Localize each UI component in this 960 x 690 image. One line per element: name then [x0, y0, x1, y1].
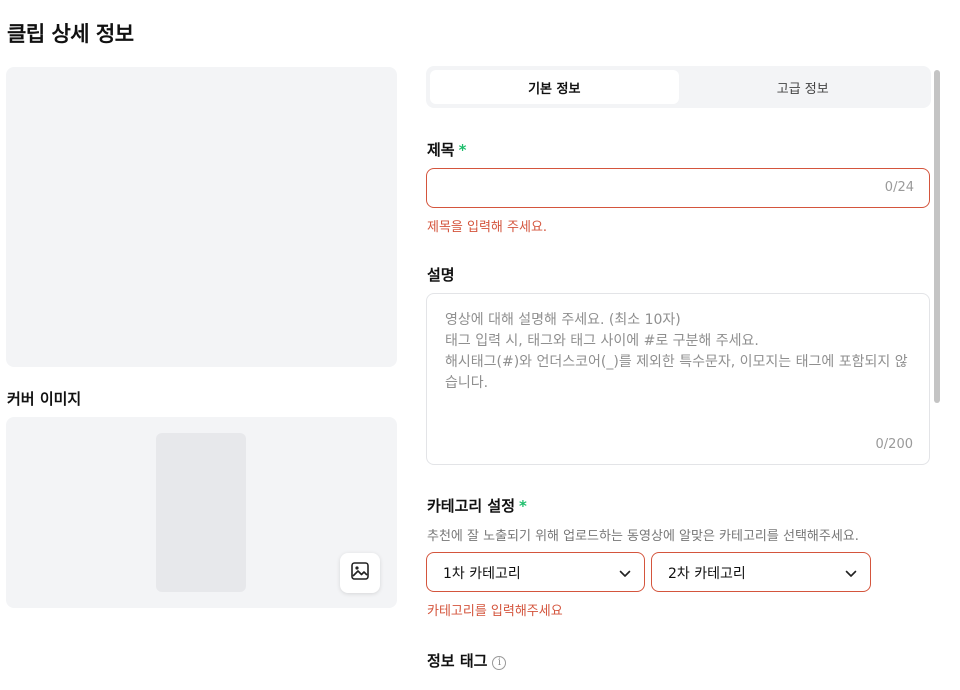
page-title: 클립 상세 정보 [7, 22, 134, 46]
cover-image-area [6, 417, 397, 608]
image-icon [350, 561, 370, 585]
title-error: 제목을 입력해 주세요. [427, 220, 548, 235]
primary-category-select[interactable]: 1차 카테고리 [426, 552, 645, 592]
title-label: 제목 * [427, 139, 466, 160]
category-label-text: 카테고리 설정 [427, 497, 516, 515]
category-error: 카테고리를 입력해주세요 [427, 604, 563, 619]
secondary-category-value: 2차 카테고리 [668, 566, 746, 582]
title-input[interactable] [441, 169, 881, 207]
info-tabs: 기본 정보 고급 정보 [426, 66, 931, 108]
info-icon[interactable]: i [492, 656, 507, 670]
primary-category-value: 1차 카테고리 [443, 566, 521, 582]
description-counter: 0/200 [875, 437, 913, 452]
chevron-down-icon [618, 566, 632, 585]
title-field[interactable]: 0/24 [426, 168, 930, 208]
scrollbar-thumb[interactable] [934, 70, 940, 403]
category-label: 카테고리 설정 * [427, 495, 527, 516]
cover-image-label: 커버 이미지 [7, 390, 82, 408]
title-counter: 0/24 [884, 180, 914, 195]
description-label: 설명 [427, 266, 455, 284]
info-tag-label-text: 정보 태그 [427, 652, 488, 670]
secondary-category-select[interactable]: 2차 카테고리 [651, 552, 871, 592]
info-tag-label: 정보 태그 i [427, 650, 507, 671]
required-mark: * [458, 141, 467, 159]
change-cover-button[interactable] [340, 553, 380, 593]
tab-advanced-info[interactable]: 고급 정보 [679, 70, 928, 104]
required-mark: * [519, 497, 527, 515]
video-preview [6, 67, 397, 367]
category-help-text: 추천에 잘 노출되기 위해 업로드하는 동영상에 알맞은 카테고리를 선택해주세… [427, 529, 859, 544]
description-placeholder: 영상에 대해 설명해 주세요. (최소 10자) 태그 입력 시, 태그와 태그… [445, 312, 908, 391]
cover-thumbnail [156, 433, 246, 592]
title-label-text: 제목 [427, 141, 455, 159]
tab-basic-info[interactable]: 기본 정보 [430, 70, 679, 104]
description-field[interactable]: 영상에 대해 설명해 주세요. (최소 10자) 태그 입력 시, 태그와 태그… [426, 293, 930, 465]
chevron-down-icon [844, 566, 858, 585]
